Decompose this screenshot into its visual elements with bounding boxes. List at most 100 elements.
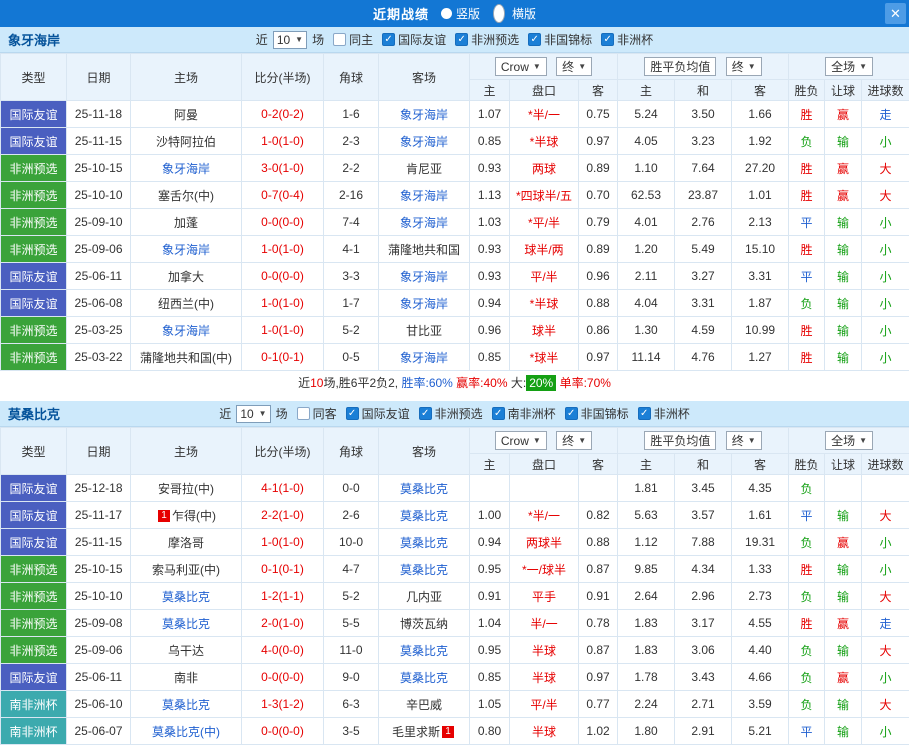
bookmaker-select[interactable]: Crow▼ xyxy=(495,431,547,450)
col-goals: 进球数 xyxy=(862,80,909,101)
team-link[interactable]: 莫桑比克 xyxy=(400,563,448,577)
team-link[interactable]: 蒲隆地共和国 xyxy=(388,243,460,257)
team-link[interactable]: 莫桑比克 xyxy=(162,617,210,631)
recent-count-select[interactable]: 10▼ xyxy=(273,31,307,49)
team-link[interactable]: 象牙海岸 xyxy=(400,189,448,203)
team-link[interactable]: 象牙海岸 xyxy=(400,297,448,311)
team-link[interactable]: 莫桑比克(中) xyxy=(152,725,220,739)
checkbox-icon[interactable]: ✓ xyxy=(455,33,468,46)
team-link[interactable]: 南非 xyxy=(174,671,198,685)
filter-checkbox-非洲预选[interactable]: ✓非洲预选 xyxy=(419,405,483,422)
team-link[interactable]: 象牙海岸 xyxy=(162,324,210,338)
team-link[interactable]: 摩洛哥 xyxy=(168,536,204,550)
team-link[interactable]: 沙特阿拉伯 xyxy=(156,135,216,149)
team-link[interactable]: 象牙海岸 xyxy=(400,270,448,284)
avg-lose-cell: 4.66 xyxy=(732,664,789,691)
filter-controls: 近 10▼ 场 同客✓国际友谊✓非洲预选✓南非洲杯✓非国锦标✓非洲杯 xyxy=(219,405,689,423)
team-link[interactable]: 象牙海岸 xyxy=(162,162,210,176)
team-link[interactable]: 安哥拉(中) xyxy=(158,482,214,496)
checkbox-icon[interactable] xyxy=(333,33,346,46)
team-link[interactable]: 加拿大 xyxy=(168,270,204,284)
filter-checkbox-同客[interactable]: 同客 xyxy=(297,405,337,422)
team-link[interactable]: 象牙海岸 xyxy=(400,351,448,365)
odds-avg-select[interactable]: 胜平负均值 xyxy=(644,57,716,76)
team-link[interactable]: 索马利亚(中) xyxy=(152,563,220,577)
team-link[interactable]: 博茨瓦纳 xyxy=(400,617,448,631)
date-cell: 25-06-10 xyxy=(67,691,131,718)
checkbox-icon[interactable]: ✓ xyxy=(565,407,578,420)
avg-draw-cell: 3.31 xyxy=(675,290,732,317)
handicap-cell: 平手 xyxy=(510,583,579,610)
odds-avg-select[interactable]: 胜平负均值 xyxy=(644,431,716,450)
close-button[interactable]: ✕ xyxy=(885,3,906,24)
bookmaker-select[interactable]: Crow▼ xyxy=(495,57,547,76)
filter-checkbox-南非洲杯[interactable]: ✓南非洲杯 xyxy=(492,405,556,422)
corner-cell: 2-16 xyxy=(324,182,379,209)
team-link[interactable]: 几内亚 xyxy=(406,590,442,604)
team-link[interactable]: 象牙海岸 xyxy=(400,108,448,122)
avg-win-cell: 9.85 xyxy=(618,556,675,583)
checkbox-icon[interactable]: ✓ xyxy=(528,33,541,46)
filter-checkbox-非洲杯[interactable]: ✓非洲杯 xyxy=(601,31,653,48)
team-link[interactable]: 象牙海岸 xyxy=(400,135,448,149)
team-link[interactable]: 莫桑比克 xyxy=(400,644,448,658)
recent-count-select[interactable]: 10▼ xyxy=(236,405,270,423)
scope-select[interactable]: 全场▼ xyxy=(825,431,873,450)
checkbox-icon[interactable]: ✓ xyxy=(419,407,432,420)
away-team-cell: 蒲隆地共和国 xyxy=(379,236,470,263)
team-link[interactable]: 莫桑比克 xyxy=(162,698,210,712)
team-link[interactable]: 毛里求斯 xyxy=(392,725,440,739)
avg-draw-cell: 2.96 xyxy=(675,583,732,610)
odds-final-select[interactable]: 终▼ xyxy=(726,431,762,450)
home-odds-cell: 0.93 xyxy=(470,263,510,290)
team-link[interactable]: 象牙海岸 xyxy=(400,216,448,230)
team-link[interactable]: 莫桑比克 xyxy=(400,482,448,496)
checkbox-icon[interactable]: ✓ xyxy=(601,33,614,46)
match-row: 国际友谊25-11-171乍得(中)2-2(1-0)2-6莫桑比克1.00*半/… xyxy=(1,502,909,529)
date-cell: 25-10-10 xyxy=(67,583,131,610)
filter-checkbox-国际友谊[interactable]: ✓国际友谊 xyxy=(382,31,446,48)
team-link[interactable]: 乌干达 xyxy=(168,644,204,658)
away-odds-cell: 0.97 xyxy=(579,344,618,371)
filter-checkbox-非国锦标[interactable]: ✓非国锦标 xyxy=(565,405,629,422)
checkbox-icon[interactable]: ✓ xyxy=(492,407,505,420)
team-link[interactable]: 阿曼 xyxy=(174,108,198,122)
team-link[interactable]: 象牙海岸 xyxy=(162,243,210,257)
avg-win-cell: 4.04 xyxy=(618,290,675,317)
team-link[interactable]: 莫桑比克 xyxy=(162,590,210,604)
team-link[interactable]: 肯尼亚 xyxy=(406,162,442,176)
filter-checkbox-非洲预选[interactable]: ✓非洲预选 xyxy=(455,31,519,48)
handicap-final-select[interactable]: 终▼ xyxy=(556,431,592,450)
away-odds-cell: 0.88 xyxy=(579,290,618,317)
team-link[interactable]: 塞舌尔(中) xyxy=(158,189,214,203)
checkbox-icon[interactable]: ✓ xyxy=(382,33,395,46)
team-link[interactable]: 加蓬 xyxy=(174,216,198,230)
match-row: 非洲预选25-03-22蒲隆地共和国(中)0-1(0-1)0-5象牙海岸0.85… xyxy=(1,344,909,371)
team-link[interactable]: 莫桑比克 xyxy=(400,509,448,523)
goals-cell: 走 xyxy=(862,101,909,128)
checkbox-icon[interactable]: ✓ xyxy=(346,407,359,420)
team-link[interactable]: 蒲隆地共和国(中) xyxy=(140,351,232,365)
handicap-result-cell: 输 xyxy=(825,583,862,610)
team-link[interactable]: 甘比亚 xyxy=(406,324,442,338)
odds-final-select[interactable]: 终▼ xyxy=(726,57,762,76)
team-link[interactable]: 莫桑比克 xyxy=(400,671,448,685)
team-link[interactable]: 乍得(中) xyxy=(172,509,216,523)
team-link[interactable]: 辛巴威 xyxy=(406,698,442,712)
checkbox-icon[interactable] xyxy=(297,407,310,420)
filter-checkbox-国际友谊[interactable]: ✓国际友谊 xyxy=(346,405,410,422)
away-team-cell: 象牙海岸 xyxy=(379,344,470,371)
handicap-final-select[interactable]: 终▼ xyxy=(556,57,592,76)
filter-checkbox-非国锦标[interactable]: ✓非国锦标 xyxy=(528,31,592,48)
team-link[interactable]: 纽西兰(中) xyxy=(158,297,214,311)
home-team-cell: 沙特阿拉伯 xyxy=(131,128,242,155)
filter-checkbox-非洲杯[interactable]: ✓非洲杯 xyxy=(638,405,690,422)
radio-icon[interactable] xyxy=(441,8,452,19)
team-link[interactable]: 莫桑比克 xyxy=(400,536,448,550)
radio-icon[interactable] xyxy=(493,4,505,23)
layout-option-2[interactable]: 横版 xyxy=(490,4,536,23)
scope-select[interactable]: 全场▼ xyxy=(825,57,873,76)
layout-option-1[interactable]: 竖版 xyxy=(441,5,480,22)
checkbox-icon[interactable]: ✓ xyxy=(638,407,651,420)
filter-checkbox-同主[interactable]: 同主 xyxy=(333,31,373,48)
